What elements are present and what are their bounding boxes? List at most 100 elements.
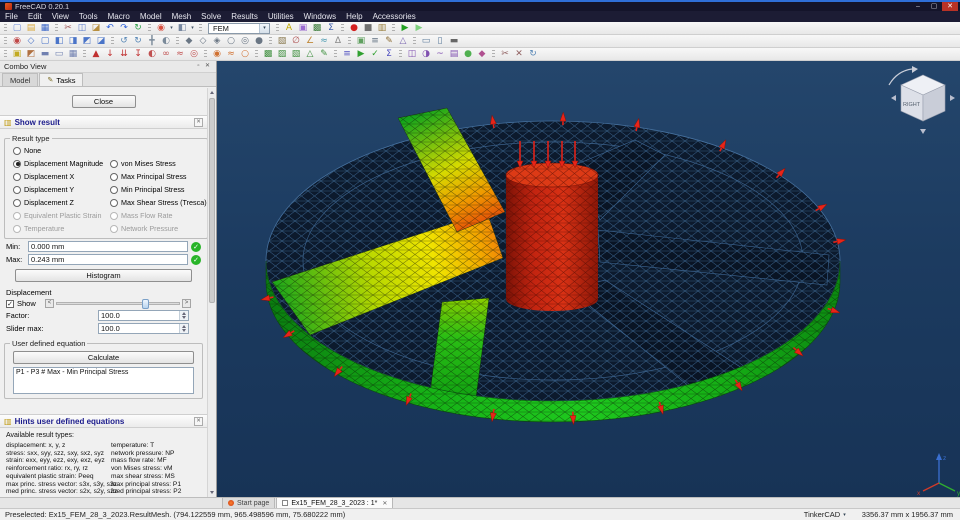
- texture-icon[interactable]: ▧: [275, 35, 289, 47]
- cube-left-arrow-icon[interactable]: [891, 95, 896, 101]
- undo-icon[interactable]: ↶: [103, 22, 117, 34]
- minimize-button[interactable]: –: [910, 2, 926, 11]
- drawstyle-hidden-icon[interactable]: ◎: [238, 35, 252, 47]
- slider-track[interactable]: [56, 299, 180, 309]
- triad-icon[interactable]: △: [396, 35, 410, 47]
- scroll-down-icon[interactable]: [208, 488, 216, 497]
- equation-textarea[interactable]: P1 - P3 # Max - Min Principal Stress: [13, 367, 194, 394]
- file-open-icon[interactable]: ▤: [24, 22, 38, 34]
- mesh-region-icon[interactable]: ▧: [289, 48, 303, 60]
- constraint-initialtemp-icon[interactable]: ○: [238, 48, 252, 60]
- chevron-down-icon[interactable]: ▾: [259, 23, 269, 33]
- show-checkbox[interactable]: ✓: [6, 299, 14, 308]
- solver-check-icon[interactable]: ✓: [368, 48, 382, 60]
- measure-angle-icon[interactable]: ∠: [303, 35, 317, 47]
- box-select-icon[interactable]: ▭: [419, 35, 433, 47]
- slider-max-spinbox[interactable]: 100.0: [98, 323, 189, 334]
- macro-play-icon[interactable]: ▶: [398, 22, 412, 34]
- menu-solve[interactable]: Solve: [196, 11, 226, 22]
- view-fit-icon[interactable]: ◉: [10, 35, 24, 47]
- copy-icon[interactable]: ◫: [75, 22, 89, 34]
- menu-accessories[interactable]: Accessories: [368, 11, 421, 22]
- radio-displacement-y[interactable]: [13, 185, 21, 194]
- result-graph-icon[interactable]: ~: [433, 48, 447, 60]
- drawstyle-asis-icon[interactable]: ◆: [182, 35, 196, 47]
- result-clip-icon[interactable]: ◆: [475, 48, 489, 60]
- cube-right-arrow-icon[interactable]: [950, 95, 955, 101]
- macro-open-icon[interactable]: ▥: [375, 22, 389, 34]
- constraint-force-icon[interactable]: ↓: [103, 48, 117, 60]
- document-tab-start-page[interactable]: Start page: [222, 497, 276, 508]
- solver-run-icon[interactable]: ▶: [354, 48, 368, 60]
- view-rear-icon[interactable]: ◩: [80, 35, 94, 47]
- tab-tasks[interactable]: ✎ Tasks: [39, 73, 84, 86]
- result-table-icon[interactable]: ▤: [447, 48, 461, 60]
- workbench-selector[interactable]: FEM ▾: [208, 22, 270, 34]
- solver-equation-icon[interactable]: Σ: [382, 48, 396, 60]
- measure-wave-icon[interactable]: ≈: [317, 35, 331, 47]
- element-beam-icon[interactable]: ▬: [38, 48, 52, 60]
- view-top-icon[interactable]: ◧: [52, 35, 66, 47]
- close-tab-icon[interactable]: ✕: [382, 500, 387, 507]
- factor-value[interactable]: 100.0: [99, 311, 179, 320]
- scrollbar[interactable]: [207, 88, 216, 497]
- menu-results[interactable]: Results: [226, 11, 263, 22]
- element-solid-icon[interactable]: ▦: [66, 48, 80, 60]
- mesh-edit-icon[interactable]: ✎: [317, 48, 331, 60]
- close-panel-icon[interactable]: ✕: [203, 62, 212, 71]
- solver-ccx-icon[interactable]: ≡: [340, 48, 354, 60]
- tree-view-icon[interactable]: ≡: [368, 35, 382, 47]
- result-point-icon[interactable]: ●: [461, 48, 475, 60]
- close-task-button[interactable]: Close: [71, 95, 136, 108]
- rotate-right-icon[interactable]: ↻: [131, 35, 145, 47]
- rotate-left-icon[interactable]: ↺: [117, 35, 131, 47]
- nav-style-selector[interactable]: TinkerCAD ▾: [804, 510, 846, 519]
- radio-displacement-x[interactable]: [13, 172, 21, 181]
- constraint-spring-icon[interactable]: ≈: [173, 48, 187, 60]
- drawstyle-wireframe-icon[interactable]: ◇: [196, 35, 210, 47]
- maximize-button[interactable]: ▢: [926, 2, 942, 11]
- constraint-bearing-icon[interactable]: ◎: [187, 48, 201, 60]
- measure-delta-icon[interactable]: Δ: [331, 35, 345, 47]
- constraint-tie-icon[interactable]: ∞: [159, 48, 173, 60]
- menu-model[interactable]: Model: [135, 11, 167, 22]
- mesh-group-icon[interactable]: △: [303, 48, 317, 60]
- drawstyle-points-icon[interactable]: ○: [224, 35, 238, 47]
- result-show-icon[interactable]: ◫: [405, 48, 419, 60]
- fem-analysis-icon[interactable]: A: [282, 22, 296, 34]
- macro-debug-icon[interactable]: ▶: [412, 22, 426, 34]
- scroll-up-icon[interactable]: [208, 88, 216, 97]
- hints-header[interactable]: ▥ Hints user defined equations ✕: [0, 414, 207, 428]
- radio-displacement-magnitude[interactable]: [13, 159, 21, 168]
- slider-handle[interactable]: [142, 299, 150, 309]
- constraint-heatflux-icon[interactable]: ≈: [224, 48, 238, 60]
- menu-windows[interactable]: Windows: [299, 11, 341, 22]
- rotate-arrowhead-icon[interactable]: [912, 66, 918, 73]
- menu-file[interactable]: File: [0, 11, 23, 22]
- mesh-cut-icon[interactable]: ✂: [498, 48, 512, 60]
- constraint-contact-icon[interactable]: ◐: [145, 48, 159, 60]
- view-axonometric-icon[interactable]: ◇: [24, 35, 38, 47]
- histogram-button[interactable]: Histogram: [15, 269, 192, 282]
- slider-right-button[interactable]: >: [182, 299, 191, 308]
- float-panel-icon[interactable]: ▫: [194, 62, 203, 71]
- document-tab-ex15-fem-28-3-2023-1[interactable]: Ex15_FEM_28_3_2023 : 1* ✕: [276, 497, 394, 508]
- view-cube-icon[interactable]: ◧: [175, 22, 189, 34]
- min-field[interactable]: 0.000 mm: [28, 241, 188, 252]
- fem-equation-icon[interactable]: Σ: [324, 22, 338, 34]
- collapse-section-icon[interactable]: ✕: [194, 117, 203, 127]
- close-window-button[interactable]: ✕: [942, 2, 958, 11]
- file-save-icon[interactable]: ▦: [38, 22, 52, 34]
- selection-view-icon[interactable]: ▣: [354, 35, 368, 47]
- 3d-viewport[interactable]: RIGHT z y x: [217, 61, 960, 497]
- slider-max-value[interactable]: 100.0: [99, 324, 179, 333]
- constraint-displacement-icon[interactable]: ↧: [131, 48, 145, 60]
- mesh-gmsh-icon[interactable]: ▨: [275, 48, 289, 60]
- radio-min-principal-stress[interactable]: [110, 185, 118, 194]
- fem-mesh-icon[interactable]: ▩: [310, 22, 324, 34]
- dock-views-icon[interactable]: ▬: [447, 35, 461, 47]
- view-bottom-icon[interactable]: ◪: [94, 35, 108, 47]
- fem-result-model[interactable]: [259, 107, 847, 426]
- material-solid-icon[interactable]: ◩: [24, 48, 38, 60]
- fem-constraint-icon[interactable]: ▣: [296, 22, 310, 34]
